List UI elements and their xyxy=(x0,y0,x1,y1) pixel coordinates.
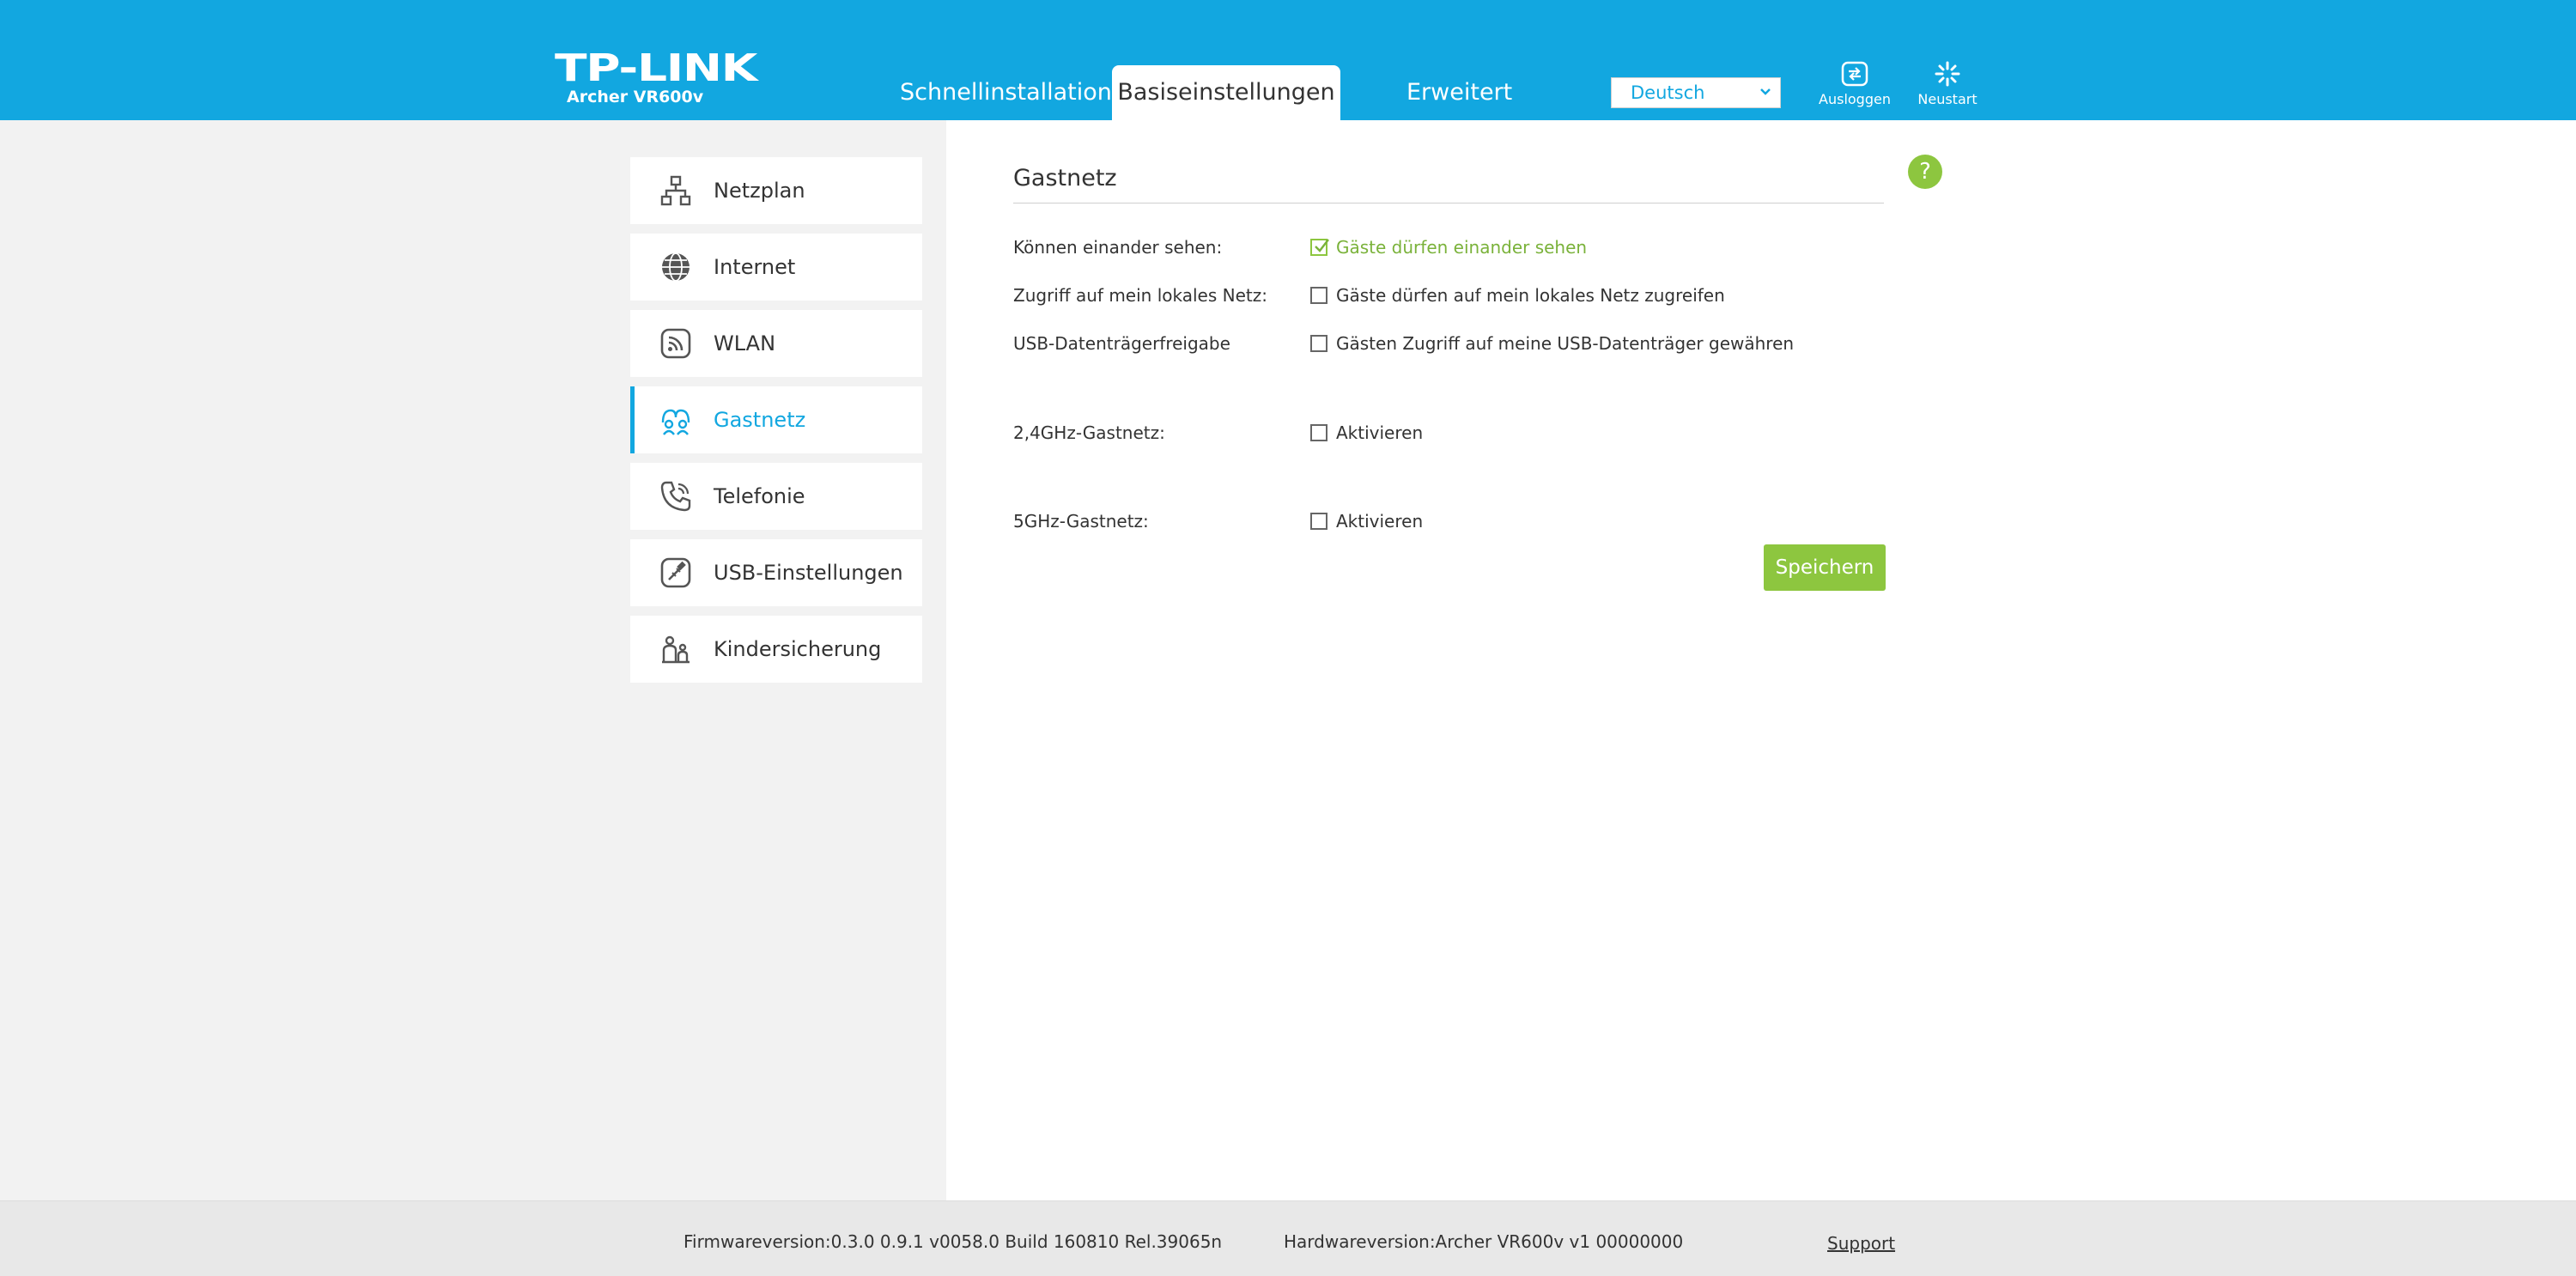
sidebar-item-wlan[interactable]: WLAN xyxy=(630,310,922,377)
sidebar-item-label: Internet xyxy=(714,255,796,279)
tab-erweitert[interactable]: Erweitert xyxy=(1391,65,1528,120)
phone-icon xyxy=(660,481,691,512)
checkmark-icon xyxy=(1315,239,1329,252)
tab-schnellinstallation[interactable]: Schnellinstallation xyxy=(884,65,1127,120)
save-button[interactable]: Speichern xyxy=(1764,544,1886,591)
usb-icon xyxy=(660,557,691,588)
option-usb-sharing: Gästen Zugriff auf meine USB-Datenträger… xyxy=(1336,333,1795,354)
option-guests-see-each-other: Gäste dürfen einander sehen xyxy=(1336,237,1588,258)
wifi-icon xyxy=(660,328,691,359)
brand-logo: TP-LINK xyxy=(555,46,757,90)
sidebar-item-label: Gastnetz xyxy=(714,408,806,432)
logout-icon xyxy=(1841,61,1868,87)
reboot-button[interactable]: Neustart xyxy=(1900,60,1995,107)
sidebar-item-telefonie[interactable]: Telefonie xyxy=(630,463,922,530)
title-divider xyxy=(1013,203,1884,204)
sidebar-item-label: USB-Einstellungen xyxy=(714,561,903,585)
checkbox-5ghz-enable[interactable] xyxy=(1310,513,1327,530)
reboot-icon xyxy=(1935,61,1960,87)
guest-network-icon xyxy=(661,409,690,435)
label-local-network-access: Zugriff auf mein lokales Netz: xyxy=(1013,285,1267,306)
checkbox-usb-sharing[interactable] xyxy=(1310,335,1327,352)
sidebar-item-netzplan[interactable]: Netzplan xyxy=(630,157,922,224)
support-link[interactable]: Support xyxy=(1827,1233,1895,1254)
logout-button[interactable]: Ausloggen xyxy=(1807,60,1902,107)
logout-label: Ausloggen xyxy=(1819,91,1891,107)
chevron-down-icon xyxy=(1760,88,1771,95)
hardware-version: Hardwareversion:Archer VR600v v1 0000000… xyxy=(1284,1231,1684,1252)
option-local-network-access: Gäste dürfen auf mein lokales Netz zugre… xyxy=(1336,285,1725,306)
checkbox-guests-see-each-other[interactable] xyxy=(1310,239,1329,256)
label-can-see-each-other: Können einander sehen: xyxy=(1013,237,1223,258)
main-panel xyxy=(946,120,2576,1200)
sidebar-item-label: Telefonie xyxy=(714,484,805,508)
page-title: Gastnetz xyxy=(1013,165,1117,191)
tab-basiseinstellungen[interactable]: Basiseinstellungen xyxy=(1112,65,1340,120)
language-select[interactable]: Deutsch xyxy=(1611,77,1781,108)
sidebar-item-internet[interactable]: Internet xyxy=(630,234,922,301)
checkbox-2-4ghz-enable[interactable] xyxy=(1310,424,1327,441)
sidebar-item-usb-einstellungen[interactable]: USB-Einstellungen xyxy=(630,539,922,606)
reboot-label: Neustart xyxy=(1917,91,1978,107)
sidebar-item-gastnetz[interactable]: Gastnetz xyxy=(630,386,922,453)
sidebar-item-label: Netzplan xyxy=(714,179,805,203)
model-name: Archer VR600v xyxy=(567,88,704,106)
label-usb-sharing: USB-Datenträgerfreigabe xyxy=(1013,333,1230,354)
sidebar-item-label: WLAN xyxy=(714,331,776,355)
language-value: Deutsch xyxy=(1631,82,1705,103)
network-map-icon xyxy=(660,175,691,206)
help-button[interactable]: ? xyxy=(1908,155,1942,189)
option-5ghz-enable: Aktivieren xyxy=(1336,511,1424,532)
parental-control-icon xyxy=(662,635,690,664)
label-2-4ghz-guest: 2,4GHz-Gastnetz: xyxy=(1013,422,1165,443)
globe-icon xyxy=(662,252,690,282)
label-5ghz-guest: 5GHz-Gastnetz: xyxy=(1013,511,1149,532)
sidebar-item-label: Kindersicherung xyxy=(714,637,882,661)
sidebar-item-kindersicherung[interactable]: Kindersicherung xyxy=(630,616,922,683)
firmware-version: Firmwareversion:0.3.0 0.9.1 v0058.0 Buil… xyxy=(683,1231,1223,1252)
checkbox-local-network-access[interactable] xyxy=(1310,287,1327,304)
option-2-4ghz-enable: Aktivieren xyxy=(1336,422,1424,443)
